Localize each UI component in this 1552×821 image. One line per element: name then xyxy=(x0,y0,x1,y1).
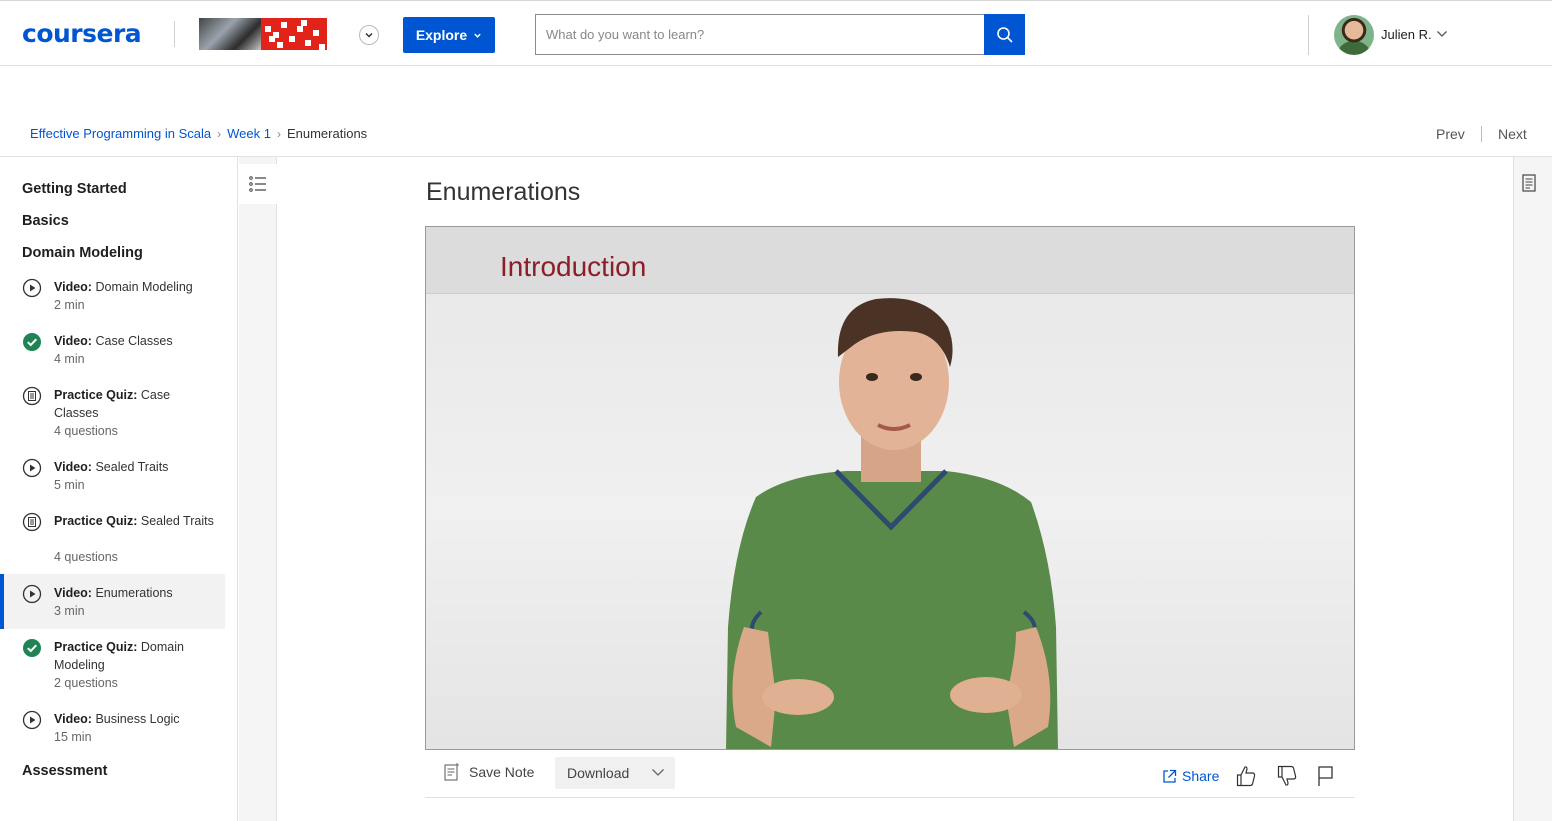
flag-icon[interactable] xyxy=(1317,765,1335,787)
list-item[interactable]: Video: Business Logic 15 min xyxy=(0,708,225,752)
explore-label: Explore xyxy=(415,27,468,43)
coursera-logo[interactable]: coursera xyxy=(22,19,142,48)
video-player[interactable]: Introduction xyxy=(425,226,1355,750)
play-icon xyxy=(22,458,42,478)
play-icon xyxy=(22,584,42,604)
header-divider xyxy=(174,21,175,47)
breadcrumb-course[interactable]: Effective Programming in Scala xyxy=(30,126,211,141)
chevron-down-icon[interactable] xyxy=(1436,29,1448,39)
quiz-icon xyxy=(22,386,42,406)
item-meta: 3 min xyxy=(54,604,85,618)
list-item[interactable]: Practice Quiz: Case Classes 4 questions xyxy=(0,384,225,446)
item-title: Video: Domain Modeling xyxy=(54,280,193,294)
username[interactable]: Julien R. xyxy=(1381,27,1432,42)
explore-button[interactable]: Explore xyxy=(403,17,495,53)
item-title: Video: Enumerations xyxy=(54,586,173,600)
save-note-label: Save Note xyxy=(469,764,535,780)
search-button[interactable] xyxy=(984,14,1025,55)
partner-brand-mark xyxy=(261,18,327,50)
item-meta: 4 questions xyxy=(54,424,118,438)
item-title: Practice Quiz: Domain Modeling xyxy=(54,640,184,672)
chevron-right-icon: › xyxy=(217,126,222,141)
breadcrumb-current: Enumerations xyxy=(286,126,368,141)
chevron-right-icon: › xyxy=(276,126,281,141)
play-icon xyxy=(22,278,42,298)
play-icon xyxy=(22,710,42,730)
course-outline-sidebar: Getting Started Basics Domain Modeling V… xyxy=(0,157,238,821)
prev-next-divider xyxy=(1481,126,1482,142)
partner-photo xyxy=(199,18,261,50)
breadcrumb: Effective Programming in Scala › Week 1 … xyxy=(30,126,367,141)
notes-icon[interactable] xyxy=(1522,174,1536,192)
list-item-active[interactable]: Video: Enumerations 3 min xyxy=(0,574,225,629)
quiz-icon xyxy=(22,512,42,532)
breadcrumb-week[interactable]: Week 1 xyxy=(227,126,271,141)
item-meta: 4 questions xyxy=(54,550,118,564)
download-dropdown[interactable]: Download xyxy=(555,757,675,789)
section-assessment[interactable]: Assessment xyxy=(22,763,107,779)
search-icon xyxy=(996,26,1013,43)
prev-button[interactable]: Prev xyxy=(1436,126,1465,142)
header-divider xyxy=(1308,15,1309,55)
sidebar-toggle-strip xyxy=(239,157,277,821)
outline-toggle-button[interactable] xyxy=(239,164,277,204)
notes-panel-strip xyxy=(1513,157,1552,821)
thumbs-up-icon[interactable] xyxy=(1236,765,1256,787)
item-meta: 2 questions xyxy=(54,676,118,690)
share-button[interactable]: Share xyxy=(1162,768,1219,784)
list-icon xyxy=(249,176,266,192)
list-item[interactable]: Practice Quiz: Domain Modeling 2 questio… xyxy=(0,636,225,698)
item-meta: 4 min xyxy=(54,352,85,366)
page-title: Enumerations xyxy=(426,178,581,206)
thumbs-down-icon[interactable] xyxy=(1277,765,1297,787)
section-basics[interactable]: Basics xyxy=(22,213,69,229)
check-icon xyxy=(23,333,41,351)
download-label: Download xyxy=(567,765,630,781)
item-title: Practice Quiz: Sealed Traits xyxy=(54,514,214,528)
search-box xyxy=(535,14,985,55)
item-title: Video: Case Classes xyxy=(54,334,173,348)
share-icon xyxy=(1163,769,1177,783)
section-getting-started[interactable]: Getting Started xyxy=(22,181,127,197)
share-label: Share xyxy=(1182,768,1220,784)
search-input[interactable] xyxy=(536,15,985,54)
partner-menu-button[interactable] xyxy=(359,25,379,45)
item-meta: 15 min xyxy=(54,730,92,744)
note-add-icon xyxy=(444,763,459,781)
partner-logo[interactable] xyxy=(199,18,327,50)
list-item[interactable]: Video: Domain Modeling 2 min xyxy=(0,276,225,320)
chevron-down-icon xyxy=(652,769,664,776)
save-note-button[interactable]: Save Note xyxy=(444,763,534,781)
avatar[interactable] xyxy=(1334,15,1374,55)
instructor-figure xyxy=(726,298,1058,749)
item-title: Video: Sealed Traits xyxy=(54,460,169,474)
item-title: Video: Business Logic xyxy=(54,712,180,726)
list-item[interactable]: Practice Quiz: Sealed Traits 4 questions xyxy=(0,510,225,572)
section-domain-modeling[interactable]: Domain Modeling xyxy=(22,245,143,261)
check-icon xyxy=(23,639,41,657)
list-item[interactable]: Video: Case Classes 4 min xyxy=(0,330,225,374)
next-button[interactable]: Next xyxy=(1498,126,1527,142)
chevron-down-icon xyxy=(365,32,373,38)
list-item[interactable]: Video: Sealed Traits 5 min xyxy=(0,456,225,500)
chevron-down-icon xyxy=(474,33,481,38)
item-meta: 5 min xyxy=(54,478,85,492)
top-navigation-bar: coursera Explore Julien R. xyxy=(0,0,1552,66)
item-meta: 2 min xyxy=(54,298,85,312)
item-title: Practice Quiz: Case Classes xyxy=(54,388,171,420)
actions-divider xyxy=(425,797,1355,798)
